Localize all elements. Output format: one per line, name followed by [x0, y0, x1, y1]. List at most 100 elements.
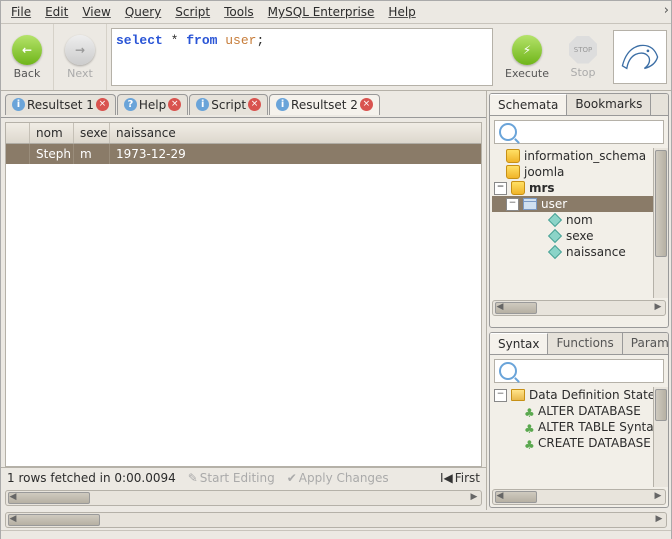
next-arrow-icon: →: [65, 35, 95, 65]
menu-view[interactable]: View: [82, 5, 110, 19]
folder-icon: [511, 389, 525, 401]
menu-script[interactable]: Script: [175, 5, 210, 19]
close-icon[interactable]: ×: [96, 98, 109, 111]
menu-mysql-enterprise[interactable]: MySQL Enterprise: [268, 5, 375, 19]
table-icon: [523, 198, 537, 210]
col-header-naissance[interactable]: naissance: [110, 123, 481, 143]
info-icon: i: [276, 98, 289, 111]
row-selector[interactable]: [6, 144, 30, 164]
first-button[interactable]: I◀ First: [440, 471, 480, 485]
tree-alter-database[interactable]: ♣ALTER DATABASE: [492, 403, 666, 419]
lightning-icon: ⚡: [512, 35, 542, 65]
tree-db-information-schema[interactable]: information_schema: [492, 148, 666, 164]
tree-db-joomla[interactable]: joomla: [492, 164, 666, 180]
cell-naissance[interactable]: 1973-12-29: [110, 144, 481, 164]
scroll-right-icon[interactable]: ▶: [467, 491, 481, 503]
mysql-logo: [613, 30, 667, 84]
tab-resultset-1[interactable]: iResultset 1×: [5, 94, 116, 115]
grid-header: nom sexe naissance: [6, 123, 481, 144]
info-icon: i: [12, 98, 25, 111]
next-button[interactable]: → Next: [54, 24, 107, 90]
info-icon: i: [196, 98, 209, 111]
tree-db-mrs[interactable]: −mrs: [492, 180, 666, 196]
question-icon: ?: [124, 98, 137, 111]
scroll-right-icon[interactable]: ▶: [651, 490, 665, 502]
back-button[interactable]: ← Back: [1, 24, 54, 90]
scroll-right-icon[interactable]: ▶: [652, 513, 666, 525]
syntax-icon: ♣: [524, 406, 534, 416]
menu-file[interactable]: File: [11, 5, 31, 19]
execute-button[interactable]: ⚡ Execute: [501, 35, 553, 80]
horizontal-scrollbar[interactable]: ◀▶: [492, 489, 666, 505]
tree-col-nom[interactable]: nom: [492, 212, 666, 228]
col-header-sexe[interactable]: sexe: [74, 123, 110, 143]
table-row[interactable]: Steph m 1973-12-29: [6, 144, 481, 164]
database-icon: [511, 181, 525, 195]
scrollbar-thumb[interactable]: [655, 389, 667, 421]
collapse-icon[interactable]: −: [506, 198, 519, 211]
col-header-nom[interactable]: nom: [30, 123, 74, 143]
scrollbar-thumb[interactable]: [8, 514, 100, 526]
horizontal-scrollbar[interactable]: ◀▶: [492, 300, 666, 316]
horizontal-scrollbar[interactable]: ◀ ▶: [5, 490, 482, 506]
vertical-scrollbar[interactable]: [653, 387, 668, 487]
result-tabs: iResultset 1× ?Help× iScript× iResultset…: [1, 91, 486, 118]
cell-nom[interactable]: Steph: [30, 144, 74, 164]
scroll-right-icon[interactable]: ▶: [651, 301, 665, 313]
tree-col-naissance[interactable]: naissance: [492, 244, 666, 260]
tab-schemata[interactable]: Schemata: [490, 94, 567, 115]
collapse-icon[interactable]: −: [494, 182, 507, 195]
rows-fetched-label: 1 rows fetched in 0:00.0094: [7, 471, 176, 485]
tree-table-user[interactable]: −user: [492, 196, 666, 212]
database-icon: [506, 149, 520, 163]
syntax-icon: ♣: [524, 422, 534, 432]
sql-editor[interactable]: select * from user;: [111, 28, 493, 86]
column-icon: [548, 213, 562, 227]
tree-alter-table[interactable]: ♣ALTER TABLE Syntax: [492, 419, 666, 435]
scroll-left-icon[interactable]: ◀: [6, 491, 20, 503]
scroll-left-icon[interactable]: ◀: [6, 513, 20, 525]
stop-button[interactable]: STOP Stop: [557, 36, 609, 79]
scrollbar-thumb[interactable]: [655, 150, 667, 257]
scroll-left-icon[interactable]: ◀: [493, 490, 507, 502]
apply-changes-button[interactable]: ✔ Apply Changes: [287, 471, 389, 485]
collapse-icon[interactable]: −: [494, 389, 507, 402]
start-editing-button[interactable]: ✎ Start Editing: [188, 471, 275, 485]
syntax-search[interactable]: [494, 359, 664, 383]
close-icon[interactable]: ×: [168, 98, 181, 111]
cell-sexe[interactable]: m: [74, 144, 110, 164]
tree-dds-root[interactable]: −Data Definition Statements: [492, 387, 666, 403]
tree-create-database[interactable]: ♣CREATE DATABASE: [492, 435, 666, 451]
tab-resultset-2[interactable]: iResultset 2×: [269, 94, 380, 115]
tab-help[interactable]: ?Help×: [117, 94, 188, 115]
column-icon: [548, 229, 562, 243]
schemata-tree[interactable]: information_schema joomla −mrs −user nom…: [490, 148, 668, 264]
close-icon[interactable]: ×: [360, 98, 373, 111]
column-icon: [548, 245, 562, 259]
tab-params[interactable]: Params: [623, 333, 669, 354]
tree-col-sexe[interactable]: sexe: [492, 228, 666, 244]
status-footer: [1, 530, 671, 539]
scrollbar-thumb[interactable]: [8, 492, 90, 504]
tab-functions[interactable]: Functions: [548, 333, 622, 354]
close-icon[interactable]: ×: [248, 98, 261, 111]
main-horizontal-scrollbar[interactable]: ◀▶: [5, 512, 667, 528]
stop-icon: STOP: [569, 36, 597, 64]
menu-query[interactable]: Query: [125, 5, 161, 19]
vertical-scrollbar[interactable]: [653, 148, 668, 298]
grid-status-bar: 1 rows fetched in 0:00.0094 ✎ Start Edit…: [1, 467, 486, 488]
search-icon: [499, 123, 517, 141]
syntax-icon: ♣: [524, 438, 534, 448]
tab-bookmarks[interactable]: Bookmarks: [567, 94, 651, 115]
schemata-search[interactable]: [494, 120, 664, 144]
tab-syntax[interactable]: Syntax: [490, 333, 548, 354]
tab-script[interactable]: iScript×: [189, 94, 268, 115]
row-selector-header[interactable]: [6, 123, 30, 143]
syntax-tree[interactable]: −Data Definition Statements ♣ALTER DATAB…: [490, 387, 668, 455]
menu-help[interactable]: Help: [388, 5, 415, 19]
menu-edit[interactable]: Edit: [45, 5, 68, 19]
database-icon: [506, 165, 520, 179]
scroll-left-icon[interactable]: ◀: [493, 301, 507, 313]
menu-tools[interactable]: Tools: [224, 5, 254, 19]
result-grid[interactable]: nom sexe naissance Steph m 1973-12-29: [5, 122, 482, 467]
